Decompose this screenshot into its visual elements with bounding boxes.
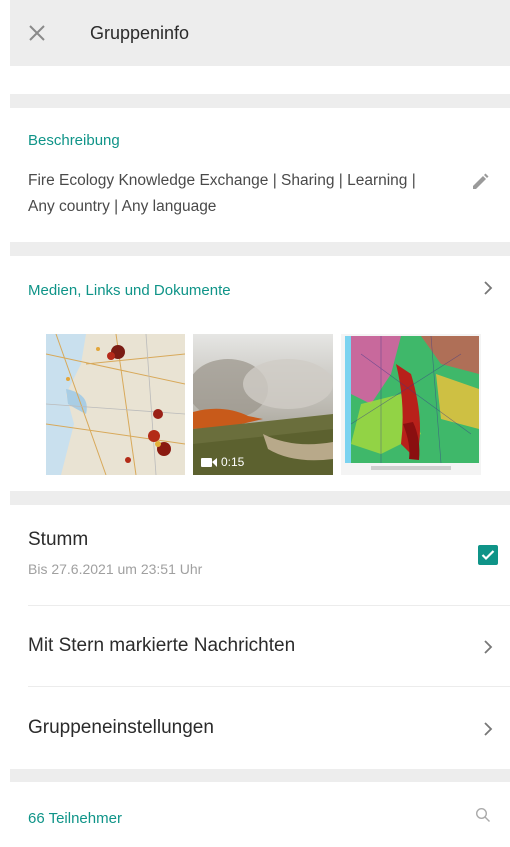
group-options-section: Stumm Bis 27.6.2021 um 23:51 Uhr Mit Ste… <box>10 505 510 769</box>
media-links-docs-row[interactable]: Medien, Links und Dokumente <box>10 256 510 320</box>
media-thumbnail-weather-map[interactable] <box>341 334 481 475</box>
media-thumbnail-map[interactable] <box>46 334 185 475</box>
description-text: Fire Ecology Knowledge Exchange | Sharin… <box>28 172 416 215</box>
search-participants-button[interactable] <box>472 804 494 826</box>
close-button[interactable] <box>10 6 64 60</box>
participants-count: 66 Teilnehmer <box>28 810 122 827</box>
mute-row[interactable]: Stumm Bis 27.6.2021 um 23:51 Uhr <box>10 505 510 605</box>
checkmark-icon <box>481 550 495 561</box>
chevron-right-icon <box>480 721 496 737</box>
video-duration-overlay: 0:15 <box>201 455 244 469</box>
page-title: Gruppeninfo <box>90 22 190 43</box>
starred-messages-row[interactable]: Mit Stern markierte Nachrichten <box>10 606 510 686</box>
mute-title: Stumm <box>28 529 89 550</box>
media-thumbnail-video[interactable]: 0:15 <box>193 334 333 475</box>
header-bar: Gruppeninfo <box>10 0 510 66</box>
edit-description-button[interactable] <box>466 168 494 196</box>
mute-subtitle: Bis 27.6.2021 um 23:51 Uhr <box>28 561 203 577</box>
video-camera-icon <box>201 457 217 467</box>
group-settings-title: Gruppeneinstellungen <box>28 717 214 738</box>
description-label: Beschreibung <box>28 132 120 149</box>
group-settings-row[interactable]: Gruppeneinstellungen <box>10 687 510 769</box>
section-divider <box>10 769 510 782</box>
video-duration: 0:15 <box>221 455 245 469</box>
map-thumbnail <box>46 334 185 475</box>
chevron-right-icon <box>480 280 496 296</box>
search-icon <box>475 807 490 822</box>
participants-section: 66 Teilnehmer <box>10 782 510 847</box>
video-thumbnail <box>193 334 333 475</box>
pencil-icon <box>473 173 489 189</box>
media-section: Medien, Links und Dokumente 0:15 <box>10 256 510 491</box>
starred-messages-title: Mit Stern markierte Nachrichten <box>28 635 296 656</box>
mute-checkbox[interactable] <box>478 545 498 565</box>
media-label: Medien, Links und Dokumente <box>28 282 231 299</box>
chevron-right-icon <box>480 639 496 655</box>
description-section: Beschreibung Fire Ecology Knowledge Exch… <box>10 108 510 242</box>
close-icon <box>29 25 45 41</box>
section-divider <box>10 94 510 108</box>
radar-thumbnail <box>341 334 481 475</box>
section-divider <box>10 242 510 256</box>
section-divider <box>10 491 510 505</box>
